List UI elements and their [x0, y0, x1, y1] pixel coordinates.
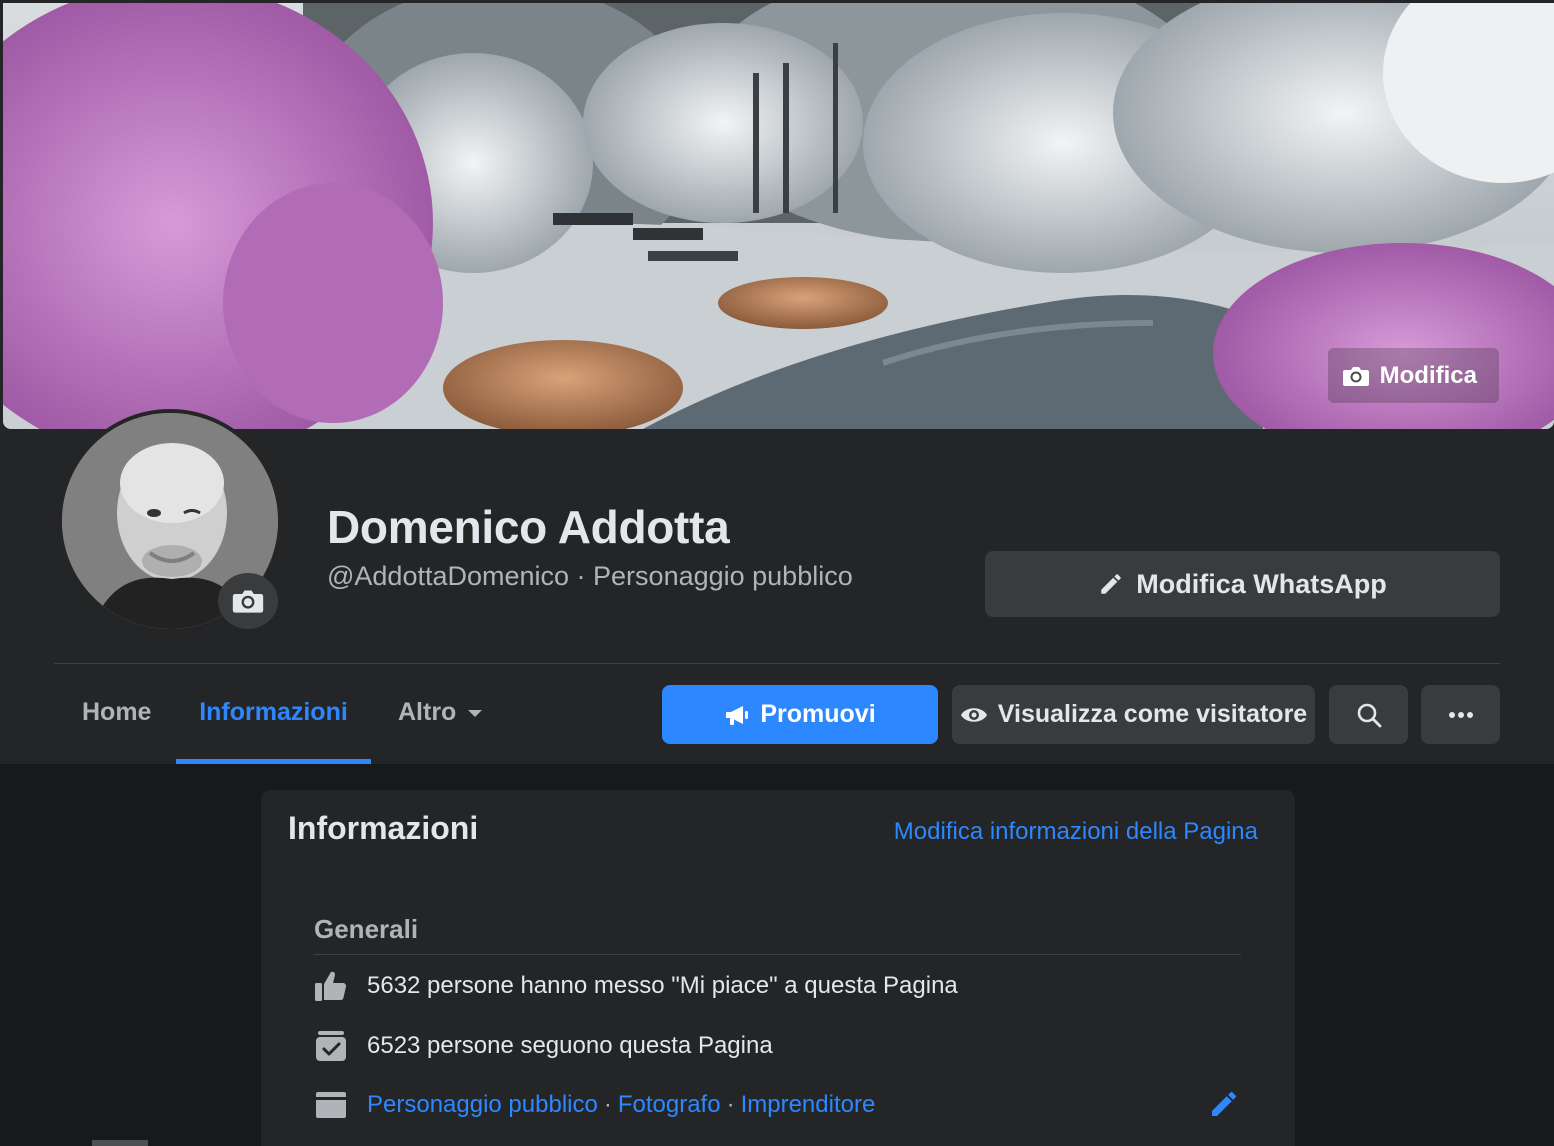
tab-altro[interactable]: Altro	[398, 686, 483, 764]
info-card: Informazioni Modifica informazioni della…	[261, 790, 1295, 1146]
section-title-general: Generali	[314, 914, 419, 944]
active-tab-indicator	[176, 759, 371, 764]
eye-icon	[960, 707, 987, 722]
tab-altro-label: Altro	[398, 698, 457, 726]
section-divider	[314, 954, 1241, 955]
page-header: Modifica Domenico Addotta @AddottaDomeni…	[0, 0, 1554, 764]
followers-row: 6523 persone seguono questa Pagina	[313, 1028, 773, 1064]
likes-text: 5632 persone hanno messo "Mi piace" a qu…	[367, 972, 958, 999]
separator-dot: ·	[603, 1091, 612, 1118]
category-link[interactable]: Personaggio pubblico	[367, 1091, 598, 1118]
view-as-visitor-button[interactable]: Visualizza come visitatore	[952, 685, 1315, 744]
edit-whatsapp-label: Modifica WhatsApp	[1136, 568, 1387, 599]
megaphone-icon	[726, 705, 749, 725]
promote-button[interactable]: Promuovi	[662, 685, 938, 744]
edit-page-info-link[interactable]: Modifica informazioni della Pagina	[894, 818, 1258, 846]
more-options-button[interactable]	[1421, 685, 1500, 744]
edit-categories-button[interactable]	[1206, 1086, 1242, 1122]
tab-home[interactable]: Home	[82, 686, 151, 764]
page-username-category: @AddottaDomenico · Personaggio pubblico	[327, 561, 853, 591]
cover-image	[3, 3, 1554, 429]
pencil-icon	[1212, 1091, 1237, 1116]
followers-text: 6523 persone seguono questa Pagina	[367, 1032, 773, 1059]
scroll-indicator	[92, 1140, 148, 1146]
edit-cover-label: Modifica	[1379, 361, 1477, 389]
search-icon	[1357, 703, 1381, 727]
cover-photo[interactable]: Modifica	[3, 3, 1554, 429]
separator-dot: ·	[726, 1091, 735, 1118]
view-as-visitor-label: Visualizza come visitatore	[997, 700, 1308, 728]
edit-whatsapp-button[interactable]: Modifica WhatsApp	[985, 551, 1500, 617]
more-icon	[1448, 711, 1473, 718]
categories-row: Personaggio pubblico · Fotografo · Imprendit…	[313, 1087, 875, 1123]
category-link[interactable]: Fotografo	[618, 1091, 721, 1118]
caret-down-icon	[468, 710, 483, 717]
camera-icon	[232, 590, 264, 613]
camera-icon	[1342, 366, 1369, 386]
category-folder-icon	[313, 1087, 349, 1123]
page-title: Domenico Addotta	[327, 501, 730, 553]
search-button[interactable]	[1329, 685, 1408, 744]
likes-row: 5632 persone hanno messo "Mi piace" a qu…	[313, 968, 958, 1004]
header-divider	[54, 663, 1500, 664]
info-card-title: Informazioni	[288, 810, 479, 846]
tab-home-label: Home	[82, 698, 152, 726]
edit-cover-button[interactable]: Modifica	[1327, 348, 1499, 403]
tab-informazioni[interactable]: Informazioni	[176, 686, 371, 764]
category-link[interactable]: Imprenditore	[741, 1091, 876, 1118]
pencil-icon	[1101, 574, 1122, 594]
avatar-camera-button[interactable]	[218, 573, 278, 629]
promote-label: Promuovi	[760, 700, 876, 728]
tab-informazioni-label: Informazioni	[199, 698, 348, 726]
follow-check-icon	[313, 1028, 349, 1064]
page: Modifica Domenico Addotta @AddottaDomeni…	[0, 0, 1554, 1146]
thumbs-up-icon	[313, 968, 349, 1004]
